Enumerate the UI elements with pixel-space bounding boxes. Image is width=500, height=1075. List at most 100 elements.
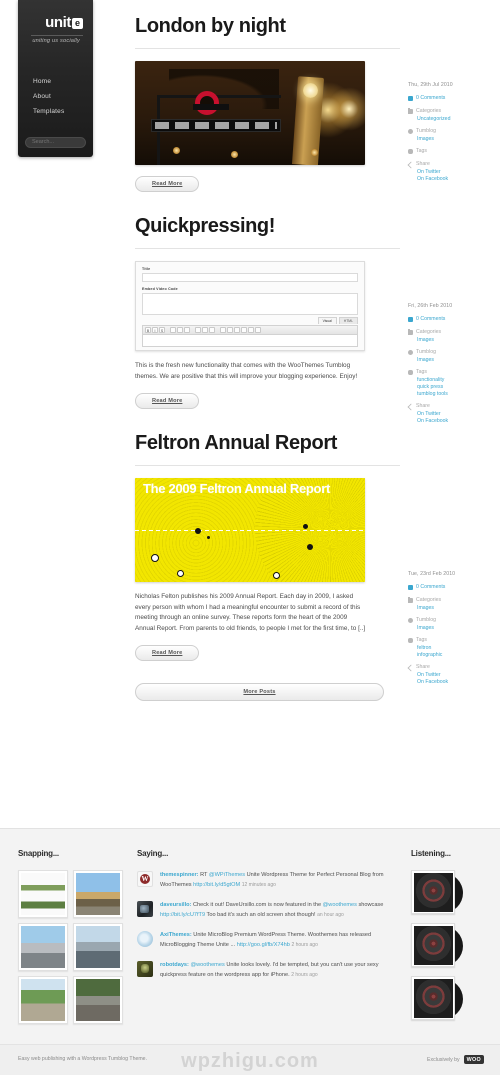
post-image-london[interactable] — [135, 61, 365, 165]
fullscreen-icon[interactable] — [248, 327, 254, 333]
tab-visual[interactable]: Visual — [317, 317, 337, 324]
photo-thumbnail[interactable] — [73, 976, 123, 1024]
post-image-quickpress-editor[interactable]: Title Embed Video Code Visual HTML B I S — [135, 261, 365, 351]
align-left-icon[interactable] — [195, 327, 201, 333]
tweet-username[interactable]: daveursillo: — [160, 902, 191, 908]
post-title: Quickpressing! — [135, 215, 275, 237]
comment-icon — [408, 95, 413, 101]
search-input[interactable] — [25, 136, 86, 148]
tweet-mention[interactable]: @WPiThemes — [209, 872, 245, 878]
bold-icon[interactable]: B — [145, 327, 151, 333]
tweet-url[interactable]: http://bit.ly/cU7fT9 — [160, 912, 205, 918]
tweet-username[interactable]: AxiThemes: — [160, 932, 192, 938]
comments-row[interactable]: 0 Comments — [408, 316, 496, 322]
comment-count: 0 Comments — [416, 584, 446, 590]
tweet-username[interactable]: themespinner: — [160, 872, 199, 878]
comments-row[interactable]: 0 Comments — [408, 95, 496, 101]
photo-thumbnail[interactable] — [73, 870, 123, 918]
unlink-icon[interactable] — [227, 327, 233, 333]
category-link[interactable]: Images — [417, 337, 496, 343]
tags-row: Tags — [408, 148, 496, 154]
album-item[interactable] — [411, 923, 463, 969]
photo-thumbnail[interactable] — [18, 923, 68, 971]
tumblog-link[interactable]: Images — [417, 357, 496, 363]
tumblog-icon — [408, 349, 413, 355]
tweet-mention[interactable]: @woothemes — [190, 962, 224, 968]
align-center-icon[interactable] — [202, 327, 208, 333]
logo-mark-icon: e — [72, 18, 83, 29]
twitter-feed: themespinner: RT @WPiThemes Unite Wordpr… — [137, 871, 387, 980]
poster-title: The 2009 Feltron Annual Report — [143, 481, 330, 496]
link-icon[interactable] — [220, 327, 226, 333]
widget-title: Listening... — [411, 849, 451, 858]
post-title: Feltron Annual Report — [135, 432, 337, 454]
comments-row[interactable]: 0 Comments — [408, 584, 496, 590]
tweet-timestamp: an hour ago — [317, 911, 344, 918]
tumblog-label: Tumblog — [416, 128, 436, 134]
site-logo[interactable]: unit e uniting us socially — [25, 14, 86, 44]
share-facebook-link[interactable]: On Facebook — [417, 418, 496, 424]
album-item[interactable] — [411, 976, 463, 1022]
read-more-button[interactable]: Read More — [135, 176, 200, 192]
category-link[interactable]: Uncategorized — [417, 116, 496, 122]
bullet-list-icon[interactable] — [170, 327, 176, 333]
tag-link[interactable]: infographic — [417, 652, 496, 658]
flickr-photo-grid — [18, 870, 126, 1024]
share-facebook-link[interactable]: On Facebook — [417, 679, 496, 685]
more-posts-button[interactable]: More Posts — [135, 683, 384, 701]
blockquote-icon[interactable] — [184, 327, 190, 333]
album-list — [411, 870, 491, 1022]
italic-icon[interactable]: I — [152, 327, 158, 333]
strikethrough-icon[interactable]: S — [159, 327, 165, 333]
numbered-list-icon[interactable] — [177, 327, 183, 333]
read-more-button[interactable]: Read More — [135, 645, 200, 661]
editor-content-area[interactable] — [142, 335, 358, 347]
photo-thumbnail[interactable] — [73, 923, 123, 971]
categories-label: Categories — [416, 329, 442, 335]
tweet-url[interactable]: http://bit.ly/d5gtOM — [193, 882, 240, 888]
album-item[interactable] — [411, 870, 463, 916]
widget-snapping: Snapping... — [18, 849, 128, 1024]
photo-thumbnail[interactable] — [18, 976, 68, 1024]
editor-embed-field[interactable] — [142, 293, 358, 315]
sidebar: unit e uniting us socially Home About Tem… — [18, 0, 93, 157]
categories-label: Categories — [416, 108, 442, 114]
tag-link[interactable]: functionality — [417, 377, 496, 383]
tumblog-link[interactable]: Images — [417, 625, 496, 631]
post-image-feltron[interactable]: The 2009 Feltron Annual Report — [135, 478, 365, 582]
editor-embed-label: Embed Video Code — [142, 287, 178, 291]
tag-link[interactable]: quick press — [417, 384, 496, 390]
more-tag-icon[interactable] — [234, 327, 240, 333]
kitchen-sink-icon[interactable] — [255, 327, 261, 333]
editor-title-field[interactable] — [142, 273, 358, 282]
share-twitter-link[interactable]: On Twitter — [417, 672, 496, 678]
post-london-by-night: London by night Read More — [135, 14, 400, 192]
tweet-mention[interactable]: @woothemes — [323, 902, 357, 908]
share-facebook-link[interactable]: On Facebook — [417, 176, 496, 182]
spellcheck-icon[interactable] — [241, 327, 247, 333]
photo-image — [21, 979, 65, 1021]
tweet-url[interactable]: http://goo.gl/fb/X74hb — [237, 942, 290, 948]
tab-html[interactable]: HTML — [338, 317, 358, 324]
tumblog-link[interactable]: Images — [417, 136, 496, 142]
align-right-icon[interactable] — [209, 327, 215, 333]
photo-thumbnail[interactable] — [18, 870, 68, 918]
nav-item-about[interactable]: About — [33, 93, 86, 100]
site-tagline: uniting us socially — [32, 38, 80, 44]
read-more-button[interactable]: Read More — [135, 393, 200, 409]
comment-count: 0 Comments — [416, 316, 446, 322]
widget-listening: Listening... — [411, 849, 491, 1029]
nav-item-templates[interactable]: Templates — [33, 108, 86, 115]
tag-link[interactable]: tumblog tools — [417, 391, 496, 397]
tweet-text: AxiThemes: Unite MicroBlog Premium WordP… — [160, 931, 387, 950]
comment-icon — [408, 316, 413, 322]
tag-link[interactable]: feltron — [417, 645, 496, 651]
station-sign-text — [155, 122, 277, 129]
category-link[interactable]: Images — [417, 605, 496, 611]
share-twitter-link[interactable]: On Twitter — [417, 169, 496, 175]
share-twitter-link[interactable]: On Twitter — [417, 411, 496, 417]
nav-item-home[interactable]: Home — [33, 78, 86, 85]
tweet-username[interactable]: robotdays: — [160, 962, 189, 968]
tags-row: Tags — [408, 637, 496, 643]
woo-logo[interactable]: WOO — [463, 1055, 484, 1064]
